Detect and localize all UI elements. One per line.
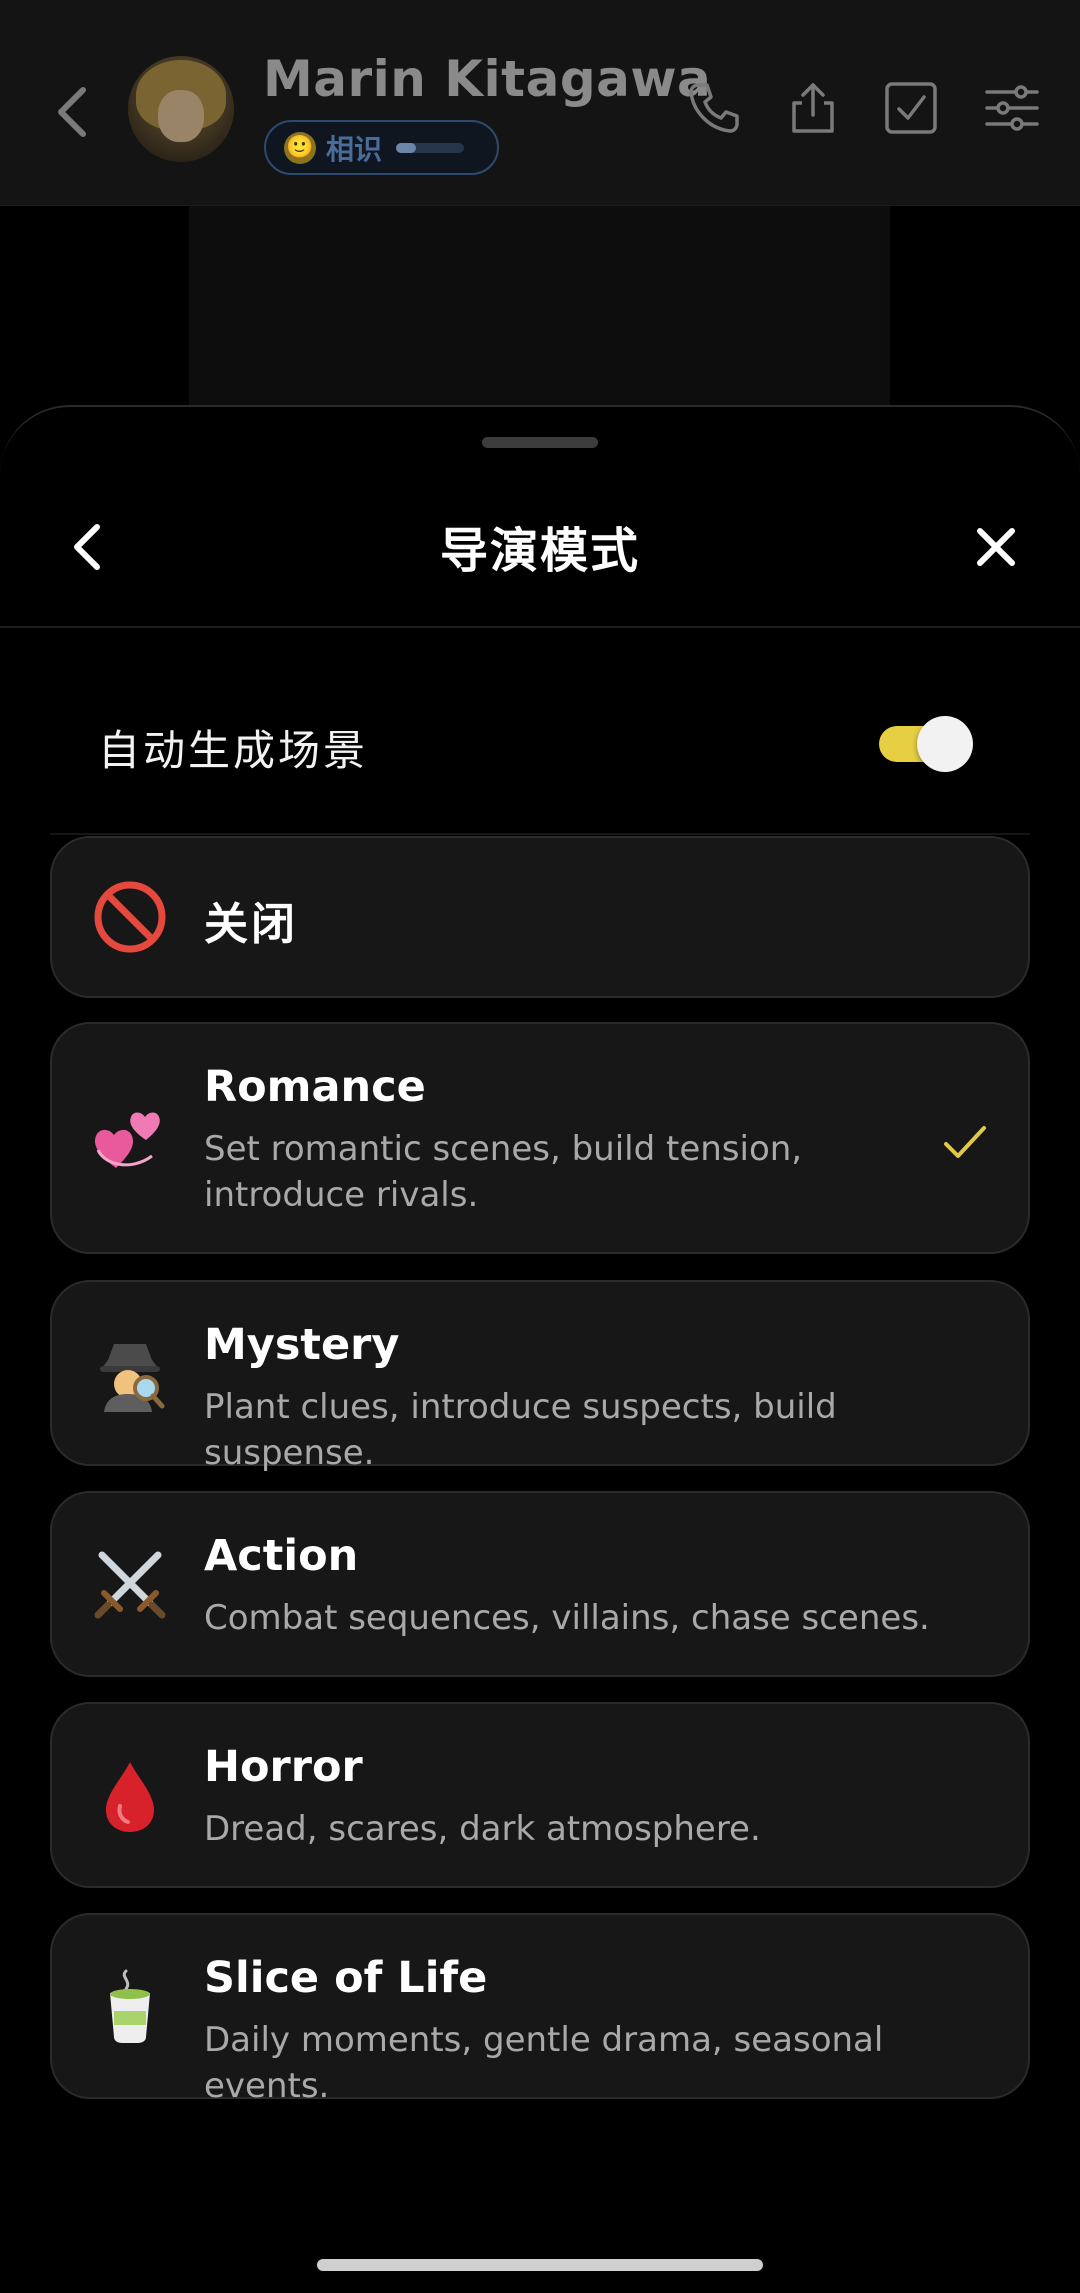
mode-description: Dread, scares, dark atmosphere. [204, 1809, 761, 1849]
tasks-button[interactable] [881, 78, 941, 138]
mode-card-mystery[interactable]: Mystery Plant clues, introduce suspects,… [50, 1280, 1030, 1473]
mode-description: Plant clues, introduce suspects, build s… [204, 1387, 837, 1473]
mode-title: 关闭 [204, 899, 298, 950]
phone-icon [689, 83, 739, 133]
crossed-swords-icon [90, 1545, 170, 1625]
mode-title: Action [204, 1531, 359, 1581]
sheet-grabber[interactable] [482, 437, 598, 448]
relationship-progress-fill [396, 142, 417, 153]
auto-scene-label: 自动生成场景 [98, 726, 369, 775]
mode-card-off[interactable]: 关闭 [50, 836, 1030, 998]
mode-card-slice-of-life[interactable]: Slice of Life Daily moments, gentle dram… [50, 1913, 1030, 2106]
contact-avatar[interactable] [128, 56, 234, 162]
mode-title: Romance [204, 1062, 426, 1112]
mode-card-romance[interactable]: Romance Set romantic scenes, build tensi… [50, 1022, 1030, 1254]
blood-drop-icon [90, 1756, 170, 1836]
revolving-hearts-icon [90, 1098, 170, 1178]
detective-icon [90, 1334, 170, 1414]
chat-header: Marin Kitagawa 🙂 相识 [0, 0, 1080, 206]
share-icon [792, 83, 834, 133]
app-root: Marin Kitagawa 🙂 相识 导演模式 自动生成场景 关闭 Roman… [0, 0, 1080, 2293]
mode-description: Daily moments, gentle drama, seasonal ev… [204, 2020, 884, 2106]
mode-title: Mystery [204, 1320, 400, 1370]
mode-card-action[interactable]: Action Combat sequences, villains, chase… [50, 1491, 1030, 1677]
contact-name: Marin Kitagawa [263, 50, 712, 108]
mode-description: Combat sequences, villains, chase scenes… [204, 1598, 930, 1638]
auto-scene-row: 自动生成场景 [0, 697, 1080, 807]
checkmark-icon [944, 1126, 986, 1158]
mode-title: Slice of Life [204, 1953, 488, 2003]
auto-scene-toggle[interactable] [877, 714, 973, 774]
call-button[interactable] [684, 78, 744, 138]
mode-title: Horror [204, 1742, 363, 1792]
no-entry-icon [90, 877, 170, 957]
chevron-left-icon [58, 87, 86, 137]
sheet-divider [0, 626, 1080, 628]
relationship-progress-bar [396, 142, 465, 153]
home-indicator[interactable] [317, 2259, 763, 2271]
tea-cup-icon [90, 1967, 170, 2047]
mode-card-horror[interactable]: Horror Dread, scares, dark atmosphere. [50, 1702, 1030, 1888]
smiley-icon: 🙂 [284, 131, 316, 164]
chat-back-button[interactable] [52, 84, 92, 140]
sheet-close-button[interactable] [968, 517, 1024, 577]
share-button[interactable] [783, 78, 843, 138]
close-icon [977, 528, 1015, 566]
checkbox-icon [885, 82, 937, 134]
chat-background-panel [189, 206, 890, 406]
relationship-label: 相识 [326, 132, 383, 166]
relationship-badge[interactable]: 🙂 相识 [264, 120, 499, 175]
sliders-icon [985, 85, 1039, 131]
mode-description: Set romantic scenes, build tension, intr… [204, 1129, 803, 1215]
sheet-title: 导演模式 [439, 523, 640, 579]
auto-scene-separator [50, 833, 1030, 835]
settings-button[interactable] [982, 78, 1042, 138]
